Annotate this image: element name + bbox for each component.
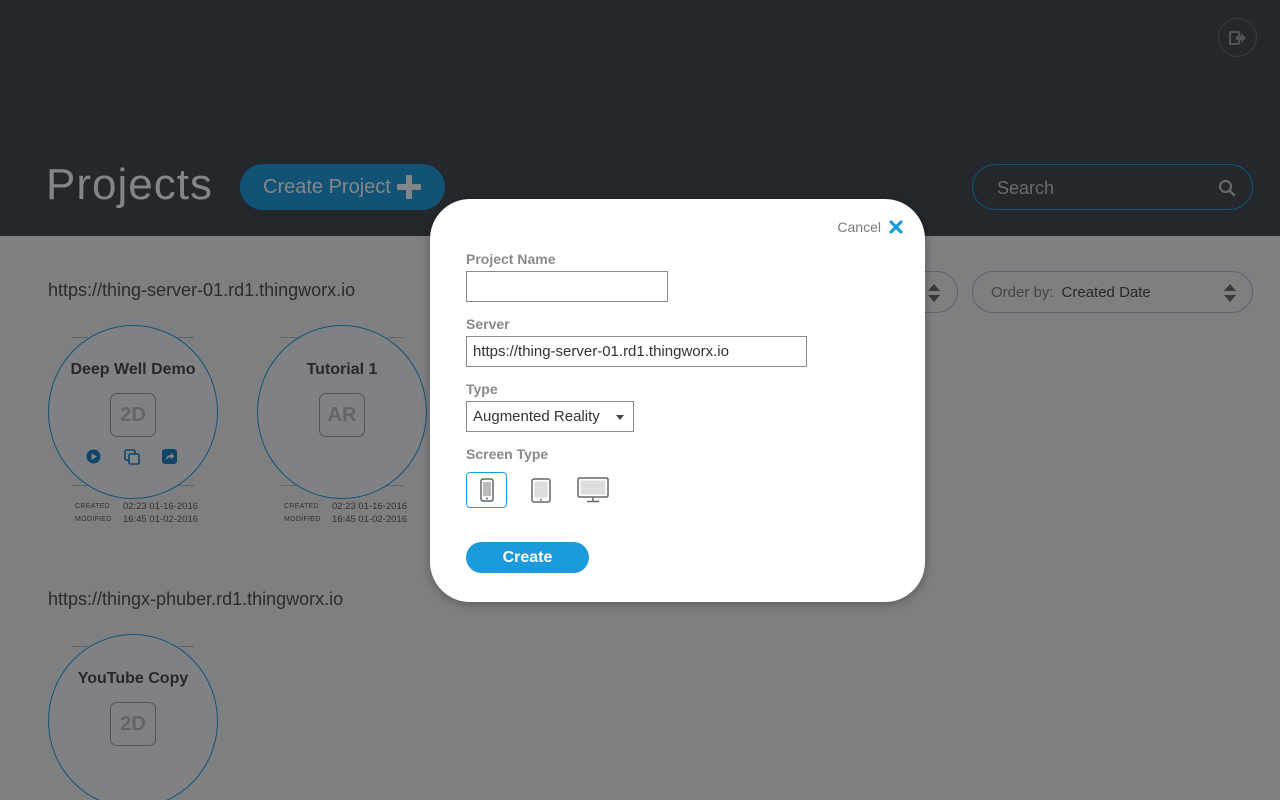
server-label: Server [466,316,510,332]
create-button[interactable]: Create [466,542,589,573]
type-label: Type [466,381,498,397]
type-select-value: Augmented Reality [473,408,600,425]
type-select[interactable]: Augmented Reality [466,401,634,432]
tablet-icon [531,477,551,503]
chevron-down-icon [616,415,624,420]
cancel-label: Cancel [837,219,881,235]
phone-icon [479,478,494,502]
screen-type-desktop[interactable] [574,472,612,508]
screen-type-tablet[interactable] [522,472,560,508]
create-project-dialog: Cancel Project Name Server Type Augmente… [430,199,925,602]
cancel-button[interactable]: Cancel [837,219,903,235]
desktop-icon [577,477,609,503]
close-icon[interactable] [889,220,903,234]
project-name-label: Project Name [466,251,556,267]
screen-type-label: Screen Type [466,446,549,462]
screen-type-phone[interactable] [466,472,507,508]
project-name-input[interactable] [466,271,668,302]
server-input[interactable] [466,336,807,367]
